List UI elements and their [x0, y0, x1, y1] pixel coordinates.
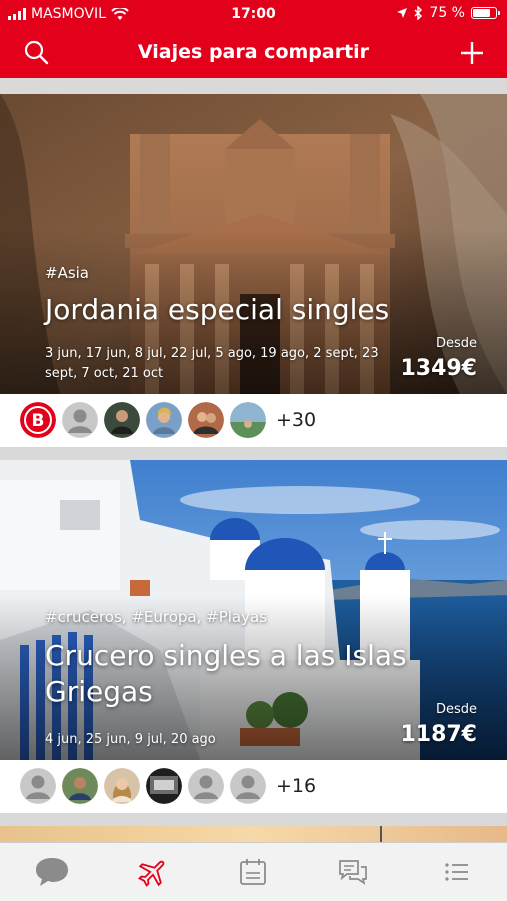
- tab-bar: [0, 842, 507, 901]
- status-bar: MASMOVIL 17:00 75 %: [0, 0, 507, 28]
- member-avatar[interactable]: [62, 402, 98, 438]
- trip-price: 1349€: [400, 356, 477, 381]
- plus-icon: [461, 42, 483, 64]
- app-header: Viajes para compartir: [0, 28, 507, 78]
- trip-price: 1187€: [400, 722, 477, 747]
- tab-messages[interactable]: [336, 855, 370, 889]
- user-placeholder-icon: [20, 768, 56, 804]
- tab-calendar[interactable]: [236, 855, 270, 889]
- user-placeholder-icon: [62, 402, 98, 438]
- trip-dates: 4 jun, 25 jun, 9 jul, 20 ago: [45, 732, 216, 747]
- member-avatar[interactable]: [188, 402, 224, 438]
- trip-card[interactable]: #cruceros, #Europa, #Playas Crucero sing…: [0, 460, 507, 813]
- organizer-badge-letter: B: [32, 411, 45, 431]
- add-trip-button[interactable]: [457, 38, 487, 68]
- page-title: Viajes para compartir: [137, 41, 370, 63]
- tab-list[interactable]: [440, 855, 474, 889]
- calendar-icon: [240, 859, 266, 885]
- member-avatar[interactable]: [104, 402, 140, 438]
- more-members-count[interactable]: +30: [276, 409, 316, 431]
- price-label: Desde: [435, 336, 477, 351]
- member-avatar[interactable]: [230, 768, 266, 804]
- next-image-mast: [380, 826, 382, 842]
- member-avatar[interactable]: [20, 768, 56, 804]
- member-avatar[interactable]: [230, 402, 266, 438]
- member-avatar[interactable]: [146, 768, 182, 804]
- user-placeholder-icon: [230, 768, 266, 804]
- trip-title[interactable]: Jordania especial singles: [45, 292, 425, 328]
- trip-members: B +30: [20, 402, 316, 438]
- trip-dates: 3 jun, 17 jun, 8 jul, 22 jul, 5 ago, 19 …: [45, 346, 379, 381]
- battery-percent: 75 %: [429, 5, 465, 21]
- tab-chat[interactable]: [34, 855, 68, 889]
- trip-card-next[interactable]: [0, 826, 507, 842]
- tab-trips[interactable]: [136, 855, 170, 889]
- more-members-count[interactable]: +16: [276, 775, 316, 797]
- trip-title[interactable]: Crucero singles a las Islas Griegas: [45, 638, 425, 710]
- trip-tags: #Asia: [45, 264, 90, 282]
- member-avatar[interactable]: [104, 768, 140, 804]
- member-avatar[interactable]: [188, 768, 224, 804]
- trip-tags: #cruceros, #Europa, #Playas: [45, 608, 268, 626]
- organizer-avatar[interactable]: B: [20, 402, 56, 438]
- price-label: Desde: [435, 702, 477, 717]
- chat-bubble-icon: [36, 858, 68, 886]
- location-icon: [397, 8, 408, 18]
- trip-card[interactable]: #Asia Jordania especial singles 3 jun, 1…: [0, 94, 507, 447]
- trip-members: +16: [20, 768, 316, 804]
- airplane-icon: [138, 860, 165, 887]
- battery-icon: [471, 7, 500, 19]
- member-avatar[interactable]: [62, 768, 98, 804]
- list-icon: [445, 863, 468, 881]
- user-placeholder-icon: [188, 768, 224, 804]
- member-avatar[interactable]: [146, 402, 182, 438]
- messages-icon: [339, 860, 367, 885]
- bluetooth-icon: [414, 6, 423, 20]
